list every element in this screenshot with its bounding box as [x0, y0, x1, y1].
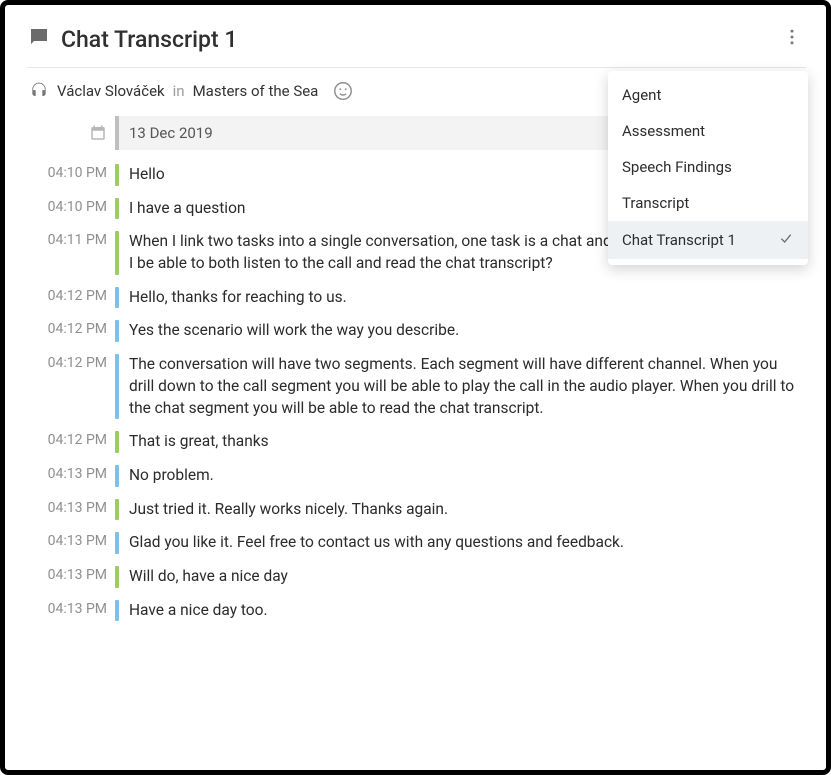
- message-time: 04:13 PM: [27, 499, 115, 519]
- agent-marker: [115, 465, 119, 487]
- customer-marker: [115, 431, 119, 453]
- agent-marker: [115, 600, 119, 622]
- message-time: 04:12 PM: [27, 320, 115, 340]
- agent-marker: [115, 320, 119, 342]
- message-text: That is great, thanks: [129, 431, 806, 453]
- anonymous-customer-icon: [332, 80, 354, 102]
- customer-marker: [115, 566, 119, 588]
- dropdown-item[interactable]: Assessment: [608, 113, 808, 149]
- message-time: 04:10 PM: [27, 164, 115, 184]
- queue-name: Masters of the Sea: [193, 82, 319, 100]
- message-row: 04:12 PM Hello, thanks for reaching to us…: [27, 287, 806, 309]
- agent-name: Václav Slováček: [57, 82, 165, 100]
- message-row: 04:13 PM No problem.: [27, 465, 806, 487]
- message-row: 04:12 PM That is great, thanks: [27, 431, 806, 453]
- agent-in-word: in: [173, 82, 185, 100]
- message-row: 04:13 PM Will do, have a nice day: [27, 566, 806, 588]
- message-time: 04:10 PM: [27, 198, 115, 218]
- check-icon: [778, 230, 794, 250]
- message-time: 04:13 PM: [27, 532, 115, 552]
- message-time: 04:12 PM: [27, 287, 115, 307]
- dropdown-item[interactable]: Agent: [608, 77, 808, 113]
- message-time: 04:13 PM: [27, 566, 115, 586]
- dropdown-item-label: Assessment: [622, 122, 705, 140]
- customer-marker: [115, 198, 119, 220]
- message-time: 04:13 PM: [27, 465, 115, 485]
- message-row: 04:12 PM Yes the scenario will work the w…: [27, 320, 806, 342]
- customer-marker: [115, 231, 119, 274]
- message-time: 04:13 PM: [27, 600, 115, 620]
- dropdown-item[interactable]: Transcript: [608, 185, 808, 221]
- dropdown-item-label: Speech Findings: [622, 158, 732, 176]
- message-time: 04:12 PM: [27, 431, 115, 451]
- message-row: 04:13 PM Just tried it. Really works nice…: [27, 499, 806, 521]
- message-row: 04:13 PM Have a nice day too.: [27, 600, 806, 622]
- chat-icon: [27, 25, 51, 53]
- more-menu-button[interactable]: [778, 25, 806, 53]
- dropdown-item-label: Transcript: [622, 194, 689, 212]
- app-frame: Chat Transcript 1 Václav Slováček in Mas…: [0, 0, 831, 775]
- message-text: Just tried it. Really works nicely. Than…: [129, 499, 806, 521]
- dropdown-item[interactable]: Chat Transcript 1: [608, 221, 808, 259]
- agent-marker: [115, 287, 119, 309]
- message-text: Hello, thanks for reaching to us.: [129, 287, 806, 309]
- message-row: 04:12 PM The conversation will have two s…: [27, 354, 806, 419]
- message-time: 04:12 PM: [27, 354, 115, 374]
- app-inner: Chat Transcript 1 Václav Slováček in Mas…: [5, 5, 826, 639]
- dropdown-item-label: Agent: [622, 86, 661, 104]
- message-text: Will do, have a nice day: [129, 566, 806, 588]
- page-title: Chat Transcript 1: [61, 26, 237, 53]
- customer-marker: [115, 499, 119, 521]
- headset-icon: [29, 81, 49, 102]
- message-text: No problem.: [129, 465, 806, 487]
- more-vertical-icon: [782, 27, 802, 51]
- calendar-icon: [77, 116, 115, 150]
- agent-marker: [115, 354, 119, 419]
- message-time: 04:11 PM: [27, 231, 115, 251]
- message-text: Have a nice day too.: [129, 600, 806, 622]
- view-dropdown[interactable]: Agent Assessment Speech Findings Transcript…: [608, 71, 808, 265]
- dropdown-item-label: Chat Transcript 1: [622, 231, 736, 249]
- message-text: Glad you like it. Feel free to contact u…: [129, 532, 806, 554]
- message-row: 04:13 PM Glad you like it. Feel free to c…: [27, 532, 806, 554]
- message-text: The conversation will have two segments.…: [129, 354, 806, 419]
- header-left: Chat Transcript 1: [27, 25, 237, 53]
- customer-marker: [115, 164, 119, 186]
- message-text: Yes the scenario will work the way you d…: [129, 320, 806, 342]
- agent-marker: [115, 532, 119, 554]
- dropdown-item[interactable]: Speech Findings: [608, 149, 808, 185]
- header: Chat Transcript 1: [27, 23, 806, 68]
